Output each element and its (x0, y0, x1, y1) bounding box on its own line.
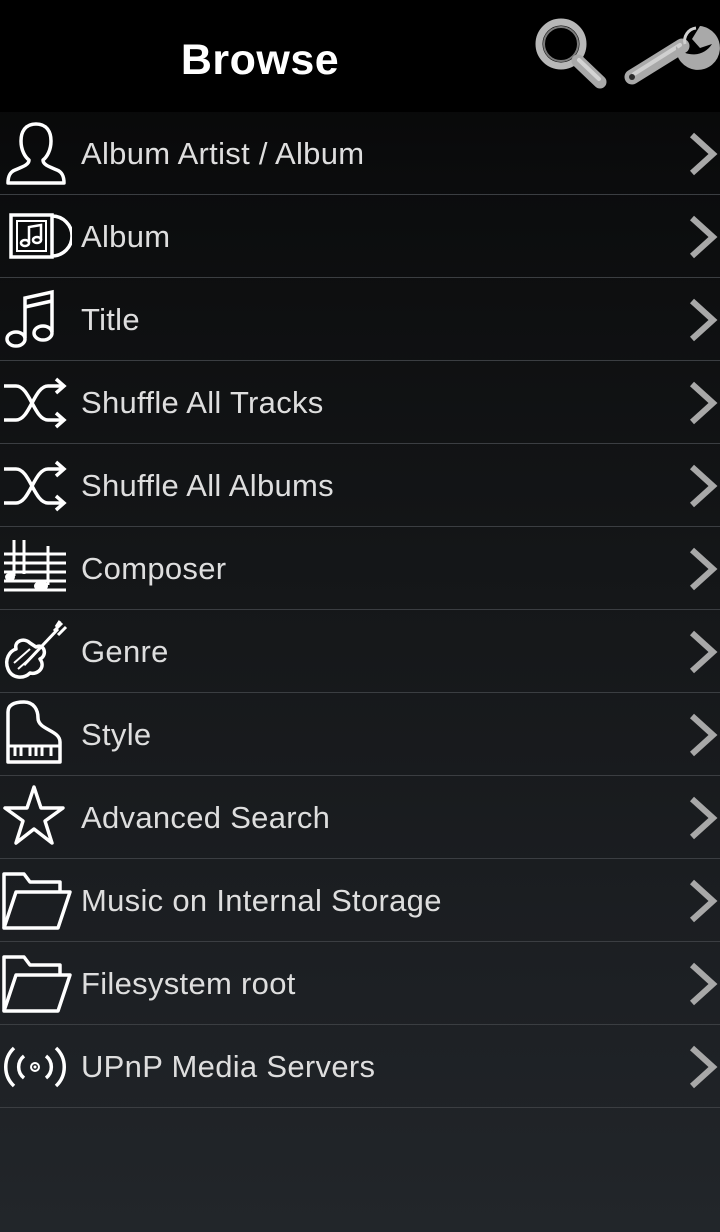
list-item-label: Album (81, 219, 171, 254)
list-item[interactable]: Album Artist / Album (0, 112, 720, 195)
list-item-label: UPnP Media Servers (81, 1049, 376, 1084)
chevron-right-icon (689, 713, 718, 757)
list-item-label: Shuffle All Tracks (81, 385, 324, 420)
sheet-music-icon (4, 540, 66, 592)
title-bar: Browse (0, 0, 720, 112)
chevron-right-icon (689, 547, 718, 591)
search-button[interactable] (528, 14, 612, 94)
album-icon (9, 213, 72, 259)
list-item-label: Filesystem root (81, 966, 296, 1001)
settings-button[interactable] (622, 14, 720, 94)
list-item[interactable]: Shuffle All Tracks (0, 361, 720, 444)
browse-list: Album Artist / Album Album Title Shuffle… (0, 112, 720, 1108)
star-icon (3, 785, 65, 845)
list-item-label: Style (81, 717, 152, 752)
piano-icon (6, 700, 62, 764)
chevron-right-icon (689, 630, 718, 674)
list-item-label: Title (81, 302, 140, 337)
list-item[interactable]: UPnP Media Servers (0, 1025, 720, 1108)
search-icon (535, 18, 607, 89)
chevron-right-icon (689, 298, 718, 342)
chevron-right-icon (689, 796, 718, 840)
list-item[interactable]: Advanced Search (0, 776, 720, 859)
shuffle-icon (4, 460, 67, 512)
page-title: Browse (180, 36, 340, 84)
chevron-right-icon (689, 464, 718, 508)
shuffle-icon (4, 377, 67, 429)
music-note-icon (5, 289, 54, 348)
list-item[interactable]: Music on Internal Storage (0, 859, 720, 942)
upnp-icon (4, 1046, 66, 1088)
chevron-right-icon (689, 1045, 718, 1089)
list-item-label: Genre (81, 634, 169, 669)
list-item[interactable]: Shuffle All Albums (0, 444, 720, 527)
list-item-label: Composer (81, 551, 227, 586)
list-item-label: Advanced Search (81, 800, 331, 835)
list-item[interactable]: Style (0, 693, 720, 776)
chevron-right-icon (689, 132, 718, 176)
folder-icon (2, 955, 72, 1013)
list-item-label: Music on Internal Storage (81, 883, 442, 918)
list-item-label: Album Artist / Album (81, 136, 365, 171)
folder-icon (2, 872, 72, 930)
wrench-icon (624, 26, 720, 85)
chevron-right-icon (689, 962, 718, 1006)
list-item[interactable]: Title (0, 278, 720, 361)
list-item-label: Shuffle All Albums (81, 468, 334, 503)
chevron-right-icon (689, 215, 718, 259)
person-icon (6, 122, 66, 185)
list-item[interactable]: Filesystem root (0, 942, 720, 1025)
violin-icon (4, 620, 68, 679)
chevron-right-icon (689, 381, 718, 425)
chevron-right-icon (689, 879, 718, 923)
list-item[interactable]: Genre (0, 610, 720, 693)
list-item[interactable]: Composer (0, 527, 720, 610)
list-item[interactable]: Album (0, 195, 720, 278)
